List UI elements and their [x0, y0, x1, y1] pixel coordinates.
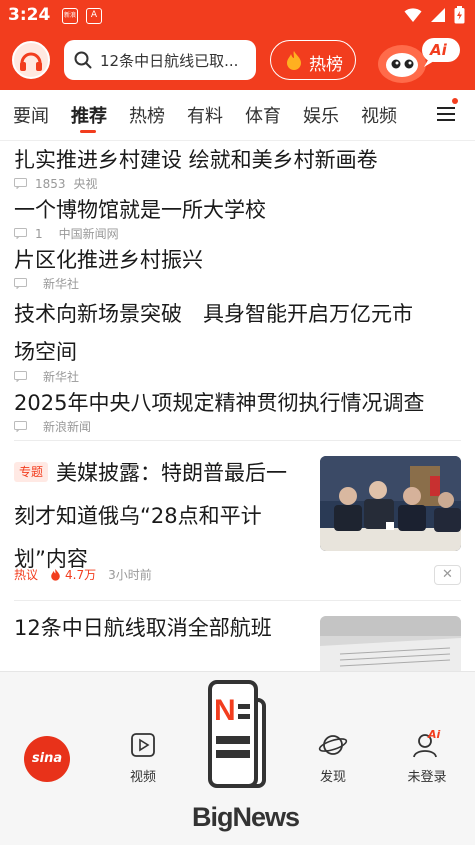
discussion-label: 热议 [14, 568, 39, 582]
ai-badge-label: Ai [430, 41, 447, 59]
news-source: 新华社 [43, 370, 80, 384]
nav-profile-ai-badge: Ai [428, 728, 441, 741]
tab-hot[interactable]: 热榜 [129, 102, 165, 128]
comment-count: 1 [35, 226, 43, 241]
headphones-icon [20, 52, 42, 71]
news-meta: 1 中国新闻网 [14, 225, 119, 242]
search-placeholder: 12条中日航线已取... [100, 52, 239, 70]
hot-list-label: 热榜 [309, 55, 343, 75]
news-source: 新华社 [43, 277, 80, 291]
tab-video[interactable]: 视频 [361, 102, 397, 128]
status-time: 3:24 [8, 5, 51, 25]
topic-tag: 专题 [14, 462, 49, 482]
channel-tabs: 要闻 推荐 热榜 有料 体育 娱乐 视频 [0, 90, 475, 141]
status-indicators [404, 6, 465, 24]
nav-video-label: 视频 [129, 770, 156, 785]
nav-discover-label: 发现 [319, 770, 346, 785]
comment-icon [14, 371, 27, 382]
flame-icon [287, 51, 301, 70]
battery-icon [454, 6, 465, 24]
heat-indicator: 4.7万 [50, 566, 96, 583]
tab-content[interactable]: 有料 [187, 102, 223, 128]
status-app-icons: 新浪 A [62, 8, 102, 24]
news-meta: 1853 央视 [14, 175, 98, 192]
nav-discover[interactable]: 发现 [298, 732, 368, 785]
app-notification-icon: A [86, 8, 102, 24]
comment-count: 1853 [35, 176, 66, 191]
news-meta: 新华社 [14, 368, 79, 385]
sina-notification-icon: 新浪 [62, 8, 78, 24]
ai-mascot-icon [378, 38, 460, 83]
hot-list-button[interactable]: 热榜 [270, 40, 356, 80]
featured-title[interactable]: 专题 美媒披露：特朗普最后一 刻才知道俄乌“28点和平计 划”内容 [14, 452, 304, 581]
comment-icon [14, 228, 27, 239]
publish-time: 3小时前 [108, 568, 152, 582]
news-title[interactable]: 一个博物馆就是一所大学校 [14, 194, 266, 224]
tab-entertainment[interactable]: 娱乐 [303, 102, 339, 128]
news-thumbnail[interactable] [320, 616, 461, 676]
news-source: 新浪新闻 [43, 420, 92, 434]
nav-video[interactable]: 视频 [108, 732, 178, 785]
meeting-photo [320, 456, 461, 551]
tab-fade [410, 90, 430, 140]
search-box[interactable]: 12条中日航线已取... [64, 40, 256, 80]
news-title[interactable]: 扎实推进乡村建设 绘就和美乡村新画卷 [14, 144, 378, 174]
newspaper-photo [320, 616, 461, 676]
divider [14, 600, 461, 601]
nav-profile[interactable]: Ai 未登录 [392, 728, 462, 785]
heat-count: 4.7万 [65, 568, 97, 582]
news-title-line1[interactable]: 技术向新场景突破 具身智能开启万亿元市 [14, 298, 413, 328]
divider [14, 440, 461, 441]
featured-meta: 热议 4.7万 3小时前 [14, 566, 152, 583]
dismiss-button[interactable]: ✕ [434, 565, 461, 585]
featured-thumbnail[interactable] [320, 456, 461, 551]
bignews-text: BigNews [192, 802, 300, 832]
status-bar: 3:24 新浪 A [0, 0, 475, 32]
comment-icon [14, 278, 27, 289]
comment-icon [14, 178, 27, 189]
video-play-icon [131, 733, 155, 757]
news-title[interactable]: 片区化推进乡村振兴 [14, 244, 203, 274]
planet-icon [318, 735, 348, 755]
featured-title-line1: 美媒披露：特朗普最后一 [56, 461, 288, 485]
bignews-n-icon: N [208, 680, 266, 788]
menu-notification-dot [452, 98, 458, 104]
signal-icon [431, 8, 445, 22]
news-title[interactable]: 12条中日航线取消全部航班 [14, 612, 272, 642]
menu-icon[interactable] [436, 104, 456, 124]
active-tab-indicator [80, 130, 96, 133]
nav-profile-label: 未登录 [407, 770, 447, 785]
user-avatar[interactable] [12, 41, 50, 79]
flame-icon [51, 569, 60, 581]
tab-recommended[interactable]: 推荐 [71, 102, 107, 128]
comment-icon [14, 421, 27, 432]
news-title[interactable]: 2025年中央八项规定精神贯彻执行情况调查 [14, 387, 424, 417]
tab-headlines[interactable]: 要闻 [13, 102, 49, 128]
home-sina-logo[interactable]: sina [24, 736, 70, 782]
news-meta: 新浪新闻 [14, 418, 91, 435]
bottom-nav: sina 视频 N BigNews 发现 Ai 未登录 [0, 671, 475, 845]
svg-text:N: N [214, 694, 236, 727]
app-header: 12条中日航线已取... 热榜 Ai [0, 32, 475, 90]
featured-title-line2: 刻才知道俄乌“28点和平计 [14, 504, 262, 528]
news-meta: 新华社 [14, 275, 79, 292]
news-source: 中国新闻网 [58, 227, 119, 241]
search-icon [74, 51, 92, 69]
wifi-icon [404, 8, 422, 22]
tab-sports[interactable]: 体育 [245, 102, 281, 128]
news-title-line2[interactable]: 场空间 [14, 336, 77, 366]
ai-assistant-button[interactable]: Ai [376, 34, 466, 86]
news-source: 央视 [73, 177, 98, 191]
bignews-logo[interactable]: N BigNews [192, 676, 300, 844]
